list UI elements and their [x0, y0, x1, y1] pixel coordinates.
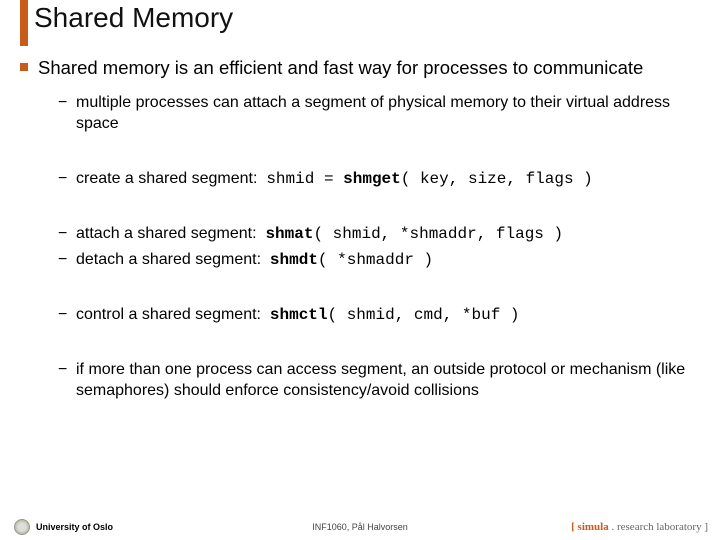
footer-left: University of Oslo	[14, 519, 113, 535]
sub-bullet-attach: − attach a shared segment: shmat( shmid,…	[58, 224, 708, 245]
title-accent-bar	[20, 0, 28, 46]
label: detach a shared segment:	[76, 251, 261, 268]
slide: Shared Memory Shared memory is an effici…	[0, 0, 720, 540]
code-fn: shmget	[343, 170, 401, 188]
code-args: ( key, size, flags )	[401, 170, 593, 188]
code-snippet: shmctl( shmid, cmd, *buf )	[270, 306, 520, 324]
sub-bullet-detach: − detach a shared segment: shmdt( *shmad…	[58, 250, 708, 271]
footer-right: [ simula . research laboratory ]	[571, 521, 708, 533]
sub-text: if more than one process can access segm…	[76, 360, 708, 402]
code-snippet: shmdt( *shmaddr )	[270, 251, 433, 269]
brand-name: simula	[578, 521, 609, 533]
dash-icon: −	[58, 224, 76, 245]
footer: University of Oslo INF1060, Pål Halvorse…	[0, 514, 720, 540]
code-args: ( shmid, *shmaddr, flags )	[313, 225, 563, 243]
code-fn: shmctl	[270, 306, 328, 324]
sub-text: detach a shared segment: shmdt( *shmaddr…	[76, 250, 708, 271]
slide-title: Shared Memory	[34, 2, 233, 34]
dash-icon: −	[58, 169, 76, 190]
university-crest-icon	[14, 519, 30, 535]
dash-icon: −	[58, 305, 76, 326]
code-fn: shmat	[265, 225, 313, 243]
content-area: Shared memory is an efficient and fast w…	[20, 56, 708, 402]
sub-bullet-create: − create a shared segment: shmid = shmge…	[58, 169, 708, 190]
university-name: University of Oslo	[36, 522, 113, 532]
dash-icon: −	[58, 360, 76, 402]
sub-bullet-attach-desc: − multiple processes can attach a segmen…	[58, 93, 708, 135]
label: control a shared segment:	[76, 306, 261, 323]
code-pre: shmid =	[266, 170, 343, 188]
brand-rest: . research laboratory ]	[609, 521, 708, 533]
sub-text: multiple processes can attach a segment …	[76, 93, 708, 135]
bullet-level1: Shared memory is an efficient and fast w…	[20, 56, 708, 79]
sub-text: attach a shared segment: shmat( shmid, *…	[76, 224, 708, 245]
label: attach a shared segment:	[76, 225, 257, 242]
sub-bullet-protocol: − if more than one process can access se…	[58, 360, 708, 402]
sub-text: control a shared segment: shmctl( shmid,…	[76, 305, 708, 326]
label: create a shared segment:	[76, 170, 257, 187]
square-bullet-icon	[20, 63, 28, 71]
code-snippet: shmid = shmget( key, size, flags )	[266, 170, 592, 188]
code-fn: shmdt	[270, 251, 318, 269]
dash-icon: −	[58, 250, 76, 271]
sub-bullets: − multiple processes can attach a segmen…	[58, 93, 708, 401]
bullet-text: Shared memory is an efficient and fast w…	[38, 56, 643, 79]
sub-bullet-control: − control a shared segment: shmctl( shmi…	[58, 305, 708, 326]
code-args: ( *shmaddr )	[318, 251, 433, 269]
code-snippet: shmat( shmid, *shmaddr, flags )	[265, 225, 563, 243]
sub-text: create a shared segment: shmid = shmget(…	[76, 169, 708, 190]
code-args: ( shmid, cmd, *buf )	[328, 306, 520, 324]
dash-icon: −	[58, 93, 76, 135]
footer-center: INF1060, Pål Halvorsen	[312, 522, 408, 532]
